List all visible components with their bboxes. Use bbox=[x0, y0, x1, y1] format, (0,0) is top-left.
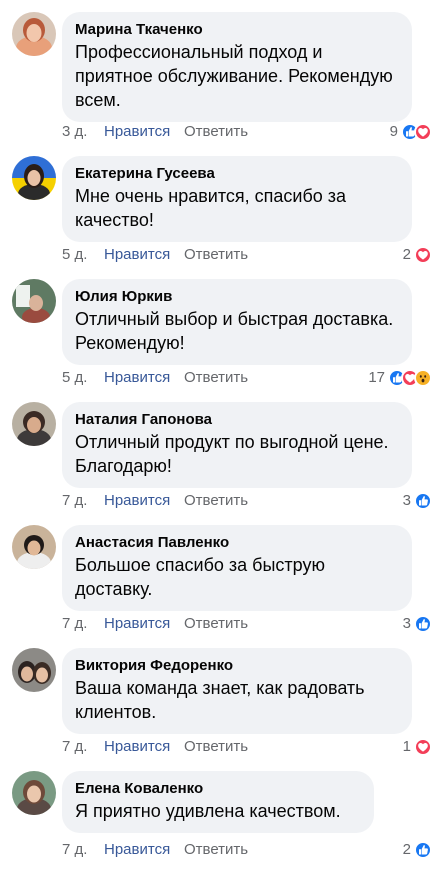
reply-button[interactable]: Ответить bbox=[184, 368, 248, 388]
reaction-count: 9 bbox=[389, 123, 398, 140]
like-icon bbox=[414, 615, 432, 633]
reactions[interactable]: 17 bbox=[368, 367, 432, 389]
comment-actions: 7 д. Нравится Ответить 1 bbox=[62, 737, 432, 757]
timestamp[interactable]: 7 д. bbox=[62, 737, 87, 757]
comment-actions: 7 д. Нравится Ответить 3 bbox=[62, 614, 432, 634]
comment-bubble: Марина Ткаченко Профессиональный подход … bbox=[62, 12, 412, 122]
avatar[interactable] bbox=[12, 525, 56, 569]
comment-text-line: Мне очень нравится, спасибо за bbox=[75, 186, 347, 206]
reaction-count: 17 bbox=[368, 369, 385, 386]
love-icon bbox=[414, 123, 432, 141]
reactions[interactable]: 2 bbox=[403, 839, 432, 861]
comment-text-line: доставку. bbox=[75, 579, 153, 599]
like-button[interactable]: Нравится bbox=[104, 840, 170, 860]
comment-bubble: Елена Коваленко Я приятно удивлена качес… bbox=[62, 771, 374, 833]
reactions[interactable]: 3 bbox=[403, 490, 432, 512]
commenter-name[interactable]: Екатерина Гусеева bbox=[75, 164, 399, 184]
avatar[interactable] bbox=[12, 12, 56, 56]
love-icon bbox=[414, 738, 432, 756]
like-icon bbox=[414, 492, 432, 510]
reactions[interactable]: 3 bbox=[403, 613, 432, 635]
avatar[interactable] bbox=[12, 771, 56, 815]
reply-button[interactable]: Ответить bbox=[184, 491, 248, 511]
like-button[interactable]: Нравится bbox=[104, 491, 170, 511]
reaction-count: 2 bbox=[402, 246, 411, 263]
comment-text-line: клиентов. bbox=[75, 702, 157, 722]
commenter-name[interactable]: Юлия Юркив bbox=[75, 287, 399, 307]
comment-text-line: всем. bbox=[75, 90, 121, 110]
comment-actions: 3 д. Нравится Ответить 9 bbox=[62, 122, 432, 142]
comment-text-line: Ваша команда знает, как радовать bbox=[75, 678, 365, 698]
comment-bubble: Анастасия Павленко Большое спасибо за бы… bbox=[62, 525, 412, 611]
timestamp[interactable]: 7 д. bbox=[62, 614, 87, 634]
comment-bubble: Екатерина Гусеева Мне очень нравится, сп… bbox=[62, 156, 412, 242]
avatar[interactable] bbox=[12, 156, 56, 200]
comment-bubble: Виктория Федоренко Ваша команда знает, к… bbox=[62, 648, 412, 734]
reply-button[interactable]: Ответить bbox=[184, 737, 248, 757]
comment-bubble: Юлия Юркив Отличный выбор и быстрая дост… bbox=[62, 279, 412, 365]
like-icon bbox=[414, 841, 432, 859]
comment-actions: 5 д. Нравится Ответить 2 bbox=[62, 245, 432, 265]
timestamp[interactable]: 7 д. bbox=[62, 840, 87, 860]
like-button[interactable]: Нравится bbox=[104, 368, 170, 388]
timestamp[interactable]: 7 д. bbox=[62, 491, 87, 511]
avatar[interactable] bbox=[12, 402, 56, 446]
reply-button[interactable]: Ответить bbox=[184, 122, 248, 142]
comment-text-line: Профессиональный подход и bbox=[75, 42, 323, 62]
comment-text-line: Рекомендую! bbox=[75, 333, 185, 353]
comment-text-line: Большое спасибо за быструю bbox=[75, 555, 325, 575]
comment-actions: 5 д. Нравится Ответить 17 bbox=[62, 368, 432, 388]
reaction-count: 2 bbox=[402, 841, 411, 858]
timestamp[interactable]: 5 д. bbox=[62, 368, 87, 388]
comment-text-line: Благодарю! bbox=[75, 456, 172, 476]
like-button[interactable]: Нравится bbox=[104, 614, 170, 634]
comment-text-line: качество! bbox=[75, 210, 154, 230]
love-icon bbox=[414, 246, 432, 264]
reply-button[interactable]: Ответить bbox=[184, 614, 248, 634]
comment-actions: 7 д. Нравится Ответить 2 bbox=[62, 840, 432, 860]
commenter-name[interactable]: Наталия Гапонова bbox=[75, 410, 399, 430]
like-button[interactable]: Нравится bbox=[104, 122, 170, 142]
comment-text-line: Я приятно удивлена качеством. bbox=[75, 801, 341, 821]
reaction-count: 3 bbox=[402, 615, 411, 632]
reply-button[interactable]: Ответить bbox=[184, 245, 248, 265]
reply-button[interactable]: Ответить bbox=[184, 840, 248, 860]
like-button[interactable]: Нравится bbox=[104, 245, 170, 265]
timestamp[interactable]: 3 д. bbox=[62, 122, 87, 142]
reaction-count: 3 bbox=[402, 492, 411, 509]
timestamp[interactable]: 5 д. bbox=[62, 245, 87, 265]
commenter-name[interactable]: Марина Ткаченко bbox=[75, 20, 399, 40]
comment-text-line: Отличный продукт по выгодной цене. bbox=[75, 432, 389, 452]
commenter-name[interactable]: Виктория Федоренко bbox=[75, 656, 399, 676]
reaction-count: 1 bbox=[402, 738, 411, 755]
comment-text-line: приятное обслуживание. Рекомендую bbox=[75, 66, 393, 86]
comment-bubble: Наталия Гапонова Отличный продукт по выг… bbox=[62, 402, 412, 488]
commenter-name[interactable]: Елена Коваленко bbox=[75, 779, 361, 799]
avatar[interactable] bbox=[12, 648, 56, 692]
wow-icon bbox=[414, 369, 432, 387]
commenter-name[interactable]: Анастасия Павленко bbox=[75, 533, 399, 553]
like-button[interactable]: Нравится bbox=[104, 737, 170, 757]
reactions[interactable]: 2 bbox=[403, 244, 432, 266]
comment-actions: 7 д. Нравится Ответить 3 bbox=[62, 491, 432, 511]
comment-text-line: Отличный выбор и быстрая доставка. bbox=[75, 309, 394, 329]
reactions[interactable]: 9 bbox=[390, 121, 432, 143]
avatar[interactable] bbox=[12, 279, 56, 323]
reactions[interactable]: 1 bbox=[403, 736, 432, 758]
